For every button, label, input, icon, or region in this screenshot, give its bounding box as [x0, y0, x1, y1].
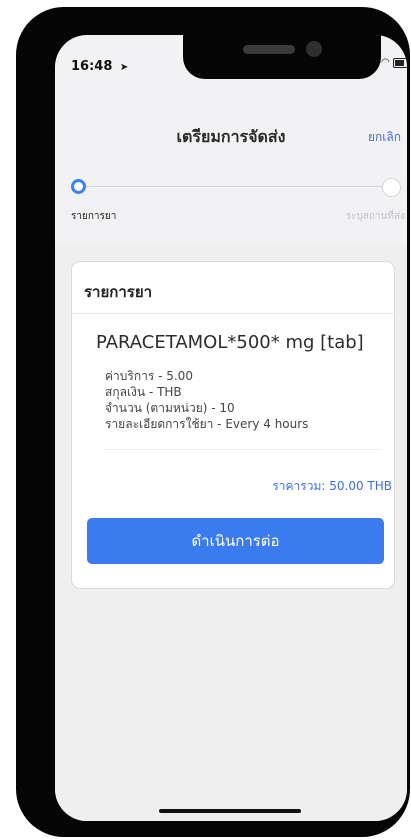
status-time-text: 16:48 — [71, 59, 113, 74]
detail-currency: สกุลเงิน - THB — [105, 385, 182, 399]
detail-service-fee: ค่าบริการ - 5.00 — [105, 369, 193, 383]
status-time: 16:48 ➤ — [71, 59, 128, 74]
phone-screen: 16:48 ➤ ◠ เตรียมการจัดส่ง ยกเลิก รายการย… — [55, 35, 407, 821]
card-divider — [72, 313, 394, 314]
phone-frame: 16:48 ➤ ◠ เตรียมการจัดส่ง ยกเลิก รายการย… — [16, 7, 410, 837]
details-divider — [105, 449, 381, 450]
detail-quantity: จำนวน (ตามหน่วย) - 10 — [105, 401, 235, 415]
detail-usage: รายละเอียดการใช้ยา - Every 4 hours — [105, 417, 309, 431]
step-1-indicator — [71, 179, 86, 194]
total-price: ราคารวม: 50.00 THB — [272, 479, 392, 493]
medication-card: รายการยา PARACETAMOL*500* mg [tab] ค่าบร… — [71, 261, 395, 589]
nav-bar: เตรียมการจัดส่ง ยกเลิก — [55, 120, 407, 148]
drug-details: ค่าบริการ - 5.00 สกุลเงิน - THB จำนวน (ต… — [105, 368, 308, 432]
drug-name: PARACETAMOL*500* mg [tab] — [96, 332, 364, 353]
step-1-label: รายการยา — [71, 211, 117, 222]
step-2-label: ระบุสถานที่ส่ง — [345, 211, 405, 222]
location-arrow-icon: ➤ — [119, 62, 129, 73]
front-camera — [306, 41, 322, 57]
stepper: รายการยา ระบุสถานที่ส่ง — [55, 175, 407, 231]
wifi-icon: ◠ — [381, 57, 390, 68]
stepper-line — [83, 186, 385, 187]
home-indicator[interactable] — [159, 809, 301, 813]
notch — [183, 35, 381, 79]
card-header: รายการยา — [84, 283, 153, 301]
page-title: เตรียมการจัดส่ง — [176, 127, 286, 146]
battery-icon — [392, 57, 407, 68]
speaker — [243, 45, 295, 54]
continue-button[interactable]: ดำเนินการต่อ — [87, 518, 384, 564]
step-2-indicator — [382, 178, 401, 197]
cancel-button[interactable]: ยกเลิก — [368, 128, 401, 147]
